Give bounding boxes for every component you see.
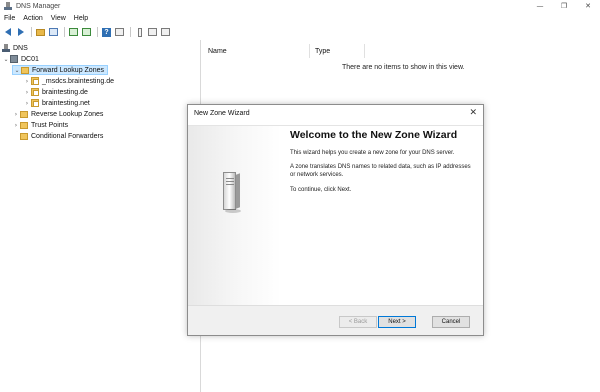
zone-icon xyxy=(31,88,39,96)
forward-arrow-icon[interactable] xyxy=(15,27,26,38)
chevron-right-icon[interactable]: › xyxy=(23,100,31,107)
tree-item-zone[interactable]: › _msdcs.braintesting.de xyxy=(23,76,114,86)
tree-item-zone[interactable]: › braintesting.net xyxy=(23,98,90,108)
menu-bar: File Action View Help xyxy=(0,12,92,24)
wizard-paragraph: A zone translates DNS names to related d… xyxy=(290,164,471,178)
tree-item-dc01[interactable]: ⌄ DC01 xyxy=(2,54,39,64)
cancel-button[interactable]: Cancel xyxy=(432,316,470,328)
help-icon[interactable]: ? xyxy=(101,27,112,38)
wizard-side-panel xyxy=(188,126,281,306)
wizard-content: Welcome to the New Zone Wizard This wiza… xyxy=(290,129,476,194)
wizard-paragraph: To continue, click Next. xyxy=(290,187,352,193)
console-tree: DNS ⌄ DC01 ⌄ Forward Lookup Zones › _msd… xyxy=(0,40,201,392)
tree-label: Forward Lookup Zones xyxy=(32,66,104,74)
export-icon[interactable] xyxy=(81,27,92,38)
chevron-right-icon[interactable]: › xyxy=(12,122,20,129)
menu-file[interactable]: File xyxy=(0,15,19,22)
column-divider[interactable] xyxy=(309,44,310,58)
zone-icon xyxy=(31,77,39,85)
next-button[interactable]: Next > xyxy=(378,316,416,328)
window-title: DNS Manager xyxy=(16,2,61,10)
toolbar-separator xyxy=(130,27,131,37)
server-icon xyxy=(10,55,18,63)
toolbar-separator xyxy=(31,27,32,37)
zone-icon xyxy=(31,99,39,107)
help-glyph: ? xyxy=(102,27,111,37)
wizard-paragraph: This wizard helps you create a new zone … xyxy=(290,150,455,156)
close-button[interactable]: ✕ xyxy=(576,0,600,12)
toolbar-separator xyxy=(64,27,65,37)
empty-list-message: There are no items to show in this view. xyxy=(342,64,465,71)
list-icon[interactable] xyxy=(147,27,158,38)
dialog-footer: < Back Next > Cancel xyxy=(188,305,483,335)
back-arrow-icon[interactable] xyxy=(2,27,13,38)
tree-label: braintesting.de xyxy=(42,88,88,96)
toolbar-separator xyxy=(97,27,98,37)
tree-item-reverse-lookup-zones[interactable]: › Reverse Lookup Zones xyxy=(12,109,103,119)
folder-icon xyxy=(20,110,28,118)
chevron-right-icon[interactable]: › xyxy=(23,78,31,85)
new-zone-wizard-dialog: New Zone Wizard ✕ Welcome to the New Zon… xyxy=(187,104,484,336)
chevron-down-icon[interactable]: ⌄ xyxy=(13,67,21,74)
restore-button[interactable]: ❐ xyxy=(552,0,576,12)
wizard-heading: Welcome to the New Zone Wizard xyxy=(290,129,458,141)
column-header-type[interactable]: Type xyxy=(315,45,330,57)
menu-view[interactable]: View xyxy=(47,15,70,22)
tree-label: Trust Points xyxy=(31,121,69,129)
dns-icon xyxy=(2,44,10,52)
minimize-button[interactable]: — xyxy=(528,0,552,12)
tree-label: braintesting.net xyxy=(42,99,90,107)
show-pane-icon[interactable] xyxy=(48,27,59,38)
tree-item-conditional-forwarders[interactable]: Conditional Forwarders xyxy=(12,131,103,141)
tree-label: DC01 xyxy=(21,55,39,63)
back-button[interactable]: < Back xyxy=(339,316,377,328)
tree-item-forward-lookup-zones[interactable]: ⌄ Forward Lookup Zones xyxy=(12,65,108,75)
dialog-title: New Zone Wizard xyxy=(194,110,250,117)
column-header-name[interactable]: Name xyxy=(208,45,227,57)
tree-item-dns[interactable]: DNS xyxy=(2,43,28,53)
chevron-right-icon[interactable]: › xyxy=(23,89,31,96)
folder-icon xyxy=(20,132,28,140)
dns-manager-app-icon xyxy=(4,2,12,10)
column-divider[interactable] xyxy=(364,44,365,58)
folder-icon xyxy=(20,121,28,129)
tree-item-zone[interactable]: › braintesting.de xyxy=(23,87,88,97)
menu-action[interactable]: Action xyxy=(19,15,46,22)
tree-label: Conditional Forwarders xyxy=(31,132,104,140)
details-icon[interactable] xyxy=(160,27,171,38)
chevron-down-icon[interactable]: ⌄ xyxy=(2,56,10,63)
title-bar: DNS Manager — ❐ ✕ xyxy=(0,0,600,12)
window-controls: — ❐ ✕ xyxy=(528,0,600,12)
close-icon[interactable]: ✕ xyxy=(469,108,477,118)
folder-icon xyxy=(21,66,29,74)
tree-item-trust-points[interactable]: › Trust Points xyxy=(12,120,68,130)
dialog-body: Welcome to the New Zone Wizard This wiza… xyxy=(188,125,483,306)
toolbar: ? xyxy=(0,25,173,39)
up-folder-icon[interactable] xyxy=(35,27,46,38)
refresh-icon[interactable] xyxy=(68,27,79,38)
server-tower-icon xyxy=(221,168,241,214)
bar-icon[interactable] xyxy=(134,27,145,38)
tree-label: Reverse Lookup Zones xyxy=(31,110,104,118)
chevron-right-icon[interactable]: › xyxy=(12,111,20,118)
menu-help[interactable]: Help xyxy=(70,15,92,22)
tree-label: DNS xyxy=(13,44,28,52)
grid-view-icon[interactable] xyxy=(114,27,125,38)
tree-label: _msdcs.braintesting.de xyxy=(42,77,114,85)
